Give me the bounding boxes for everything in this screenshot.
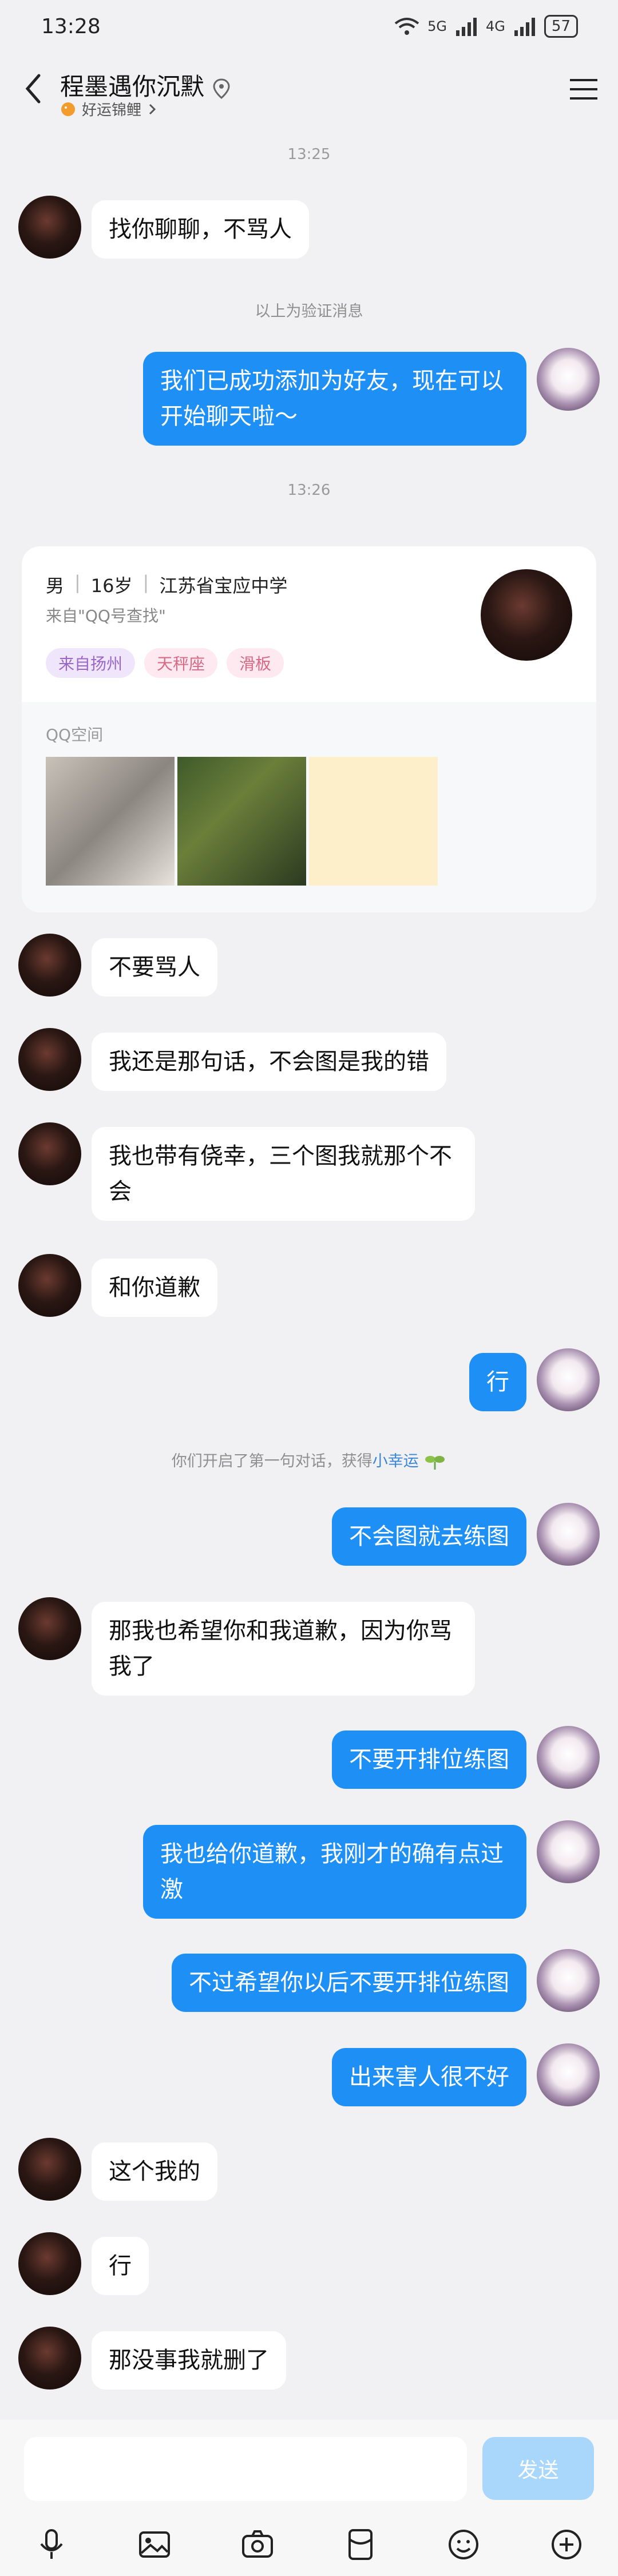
toolbar <box>0 2522 618 2567</box>
page-title[interactable]: 程墨遇你沉默 <box>60 68 231 102</box>
contact-avatar[interactable] <box>18 934 81 997</box>
chevron-right-icon <box>149 104 156 114</box>
koi-fish-icon <box>61 102 75 116</box>
red-packet-icon[interactable] <box>342 2526 379 2563</box>
message-bubble-right[interactable]: 我们已成功添加为好友，现在可以开始聊天啦～ <box>143 352 526 446</box>
image-icon[interactable] <box>136 2526 173 2563</box>
my-avatar[interactable] <box>537 1503 600 1566</box>
contact-avatar[interactable] <box>18 2138 81 2201</box>
message-bubble-right[interactable]: 不过希望你以后不要开排位练图 <box>172 1954 526 2012</box>
qzone-photo[interactable] <box>177 757 306 886</box>
my-avatar[interactable] <box>537 1348 600 1411</box>
plus-icon[interactable] <box>548 2526 585 2563</box>
qzone-label: QQ空间 <box>46 725 104 744</box>
profile-school: 江苏省宝应中学 <box>159 575 288 597</box>
contact-avatar[interactable] <box>18 1028 81 1091</box>
message-input[interactable] <box>24 2437 467 2501</box>
my-avatar[interactable] <box>537 1726 600 1789</box>
wifi-icon <box>394 18 419 35</box>
timestamp: 13:25 <box>287 146 331 163</box>
contact-avatar[interactable] <box>18 2327 81 2390</box>
my-avatar[interactable] <box>537 1820 600 1883</box>
contact-avatar[interactable] <box>18 1254 81 1317</box>
status-icons: 5G 4G 57 <box>394 15 578 38</box>
message-bubble-left[interactable]: 我也带有侥幸，三个图我就那个不会 <box>92 1127 475 1221</box>
camera-icon[interactable] <box>239 2526 276 2563</box>
message-bubble-left[interactable]: 这个我的 <box>92 2142 217 2201</box>
my-avatar[interactable] <box>537 1949 600 2012</box>
qzone-photo[interactable] <box>309 757 438 886</box>
network-4g-label: 4G <box>486 18 505 34</box>
qzone-section[interactable]: QQ空间 <box>22 702 596 912</box>
contact-name: 程墨遇你沉默 <box>60 73 205 101</box>
profile-avatar[interactable] <box>481 569 572 661</box>
status-label: 好运锦鲤 <box>82 102 142 119</box>
location-pin-icon <box>213 78 230 99</box>
status-time: 13:28 <box>41 15 101 38</box>
system-message: 以上为验证消息 <box>255 303 363 320</box>
signal-icon <box>514 18 535 36</box>
battery-icon: 57 <box>544 15 578 38</box>
message-bubble-right[interactable]: 我也给你道歉，我刚才的确有点过激 <box>143 1825 526 1919</box>
system-text: 你们开启了第一句对话，获得 <box>171 1452 373 1470</box>
message-bubble-left[interactable]: 不要骂人 <box>92 938 217 997</box>
profile-tags: 来自扬州 天秤座 滑板 <box>46 648 284 678</box>
menu-icon[interactable] <box>566 72 601 106</box>
contact-avatar[interactable] <box>18 1122 81 1185</box>
system-message: 你们开启了第一句对话，获得小幸运 <box>0 1448 618 1471</box>
message-bubble-left[interactable]: 行 <box>92 2237 149 2295</box>
contact-avatar[interactable] <box>18 2232 81 2295</box>
message-bubble-right[interactable]: 不要开排位练图 <box>332 1730 526 1789</box>
profile-card[interactable]: 男 | 16岁 | 江苏省宝应中学 来自"QQ号查找" 来自扬州 天秤座 滑板 … <box>22 546 596 912</box>
chat-header: 程墨遇你沉默 好运锦鲤 <box>0 57 618 126</box>
message-bubble-right[interactable]: 不会图就去练图 <box>332 1507 526 1566</box>
message-bubble-right[interactable]: 行 <box>469 1353 526 1411</box>
message-bubble-left[interactable]: 那我也希望你和我道歉，因为你骂我了 <box>92 1602 475 1696</box>
network-5g-label: 5G <box>427 18 447 34</box>
profile-info: 男 | 16岁 | 江苏省宝应中学 <box>46 571 287 598</box>
profile-tag: 天秤座 <box>144 648 218 678</box>
back-arrow-icon[interactable] <box>17 69 52 109</box>
contact-avatar[interactable] <box>18 1597 81 1660</box>
send-button[interactable]: 发送 <box>482 2437 594 2500</box>
message-bubble-left[interactable]: 那没事我就删了 <box>92 2331 286 2390</box>
emoji-icon[interactable] <box>445 2526 482 2563</box>
contact-avatar[interactable] <box>18 196 81 259</box>
timestamp: 13:26 <box>287 482 331 499</box>
input-bar: 发送 <box>0 2420 618 2576</box>
profile-tag: 滑板 <box>227 648 284 678</box>
signal-icon <box>456 18 477 36</box>
divider: | <box>142 571 149 593</box>
message-bubble-left[interactable]: 我还是那句话，不会图是我的错 <box>92 1033 446 1091</box>
profile-tag: 来自扬州 <box>46 648 136 678</box>
message-bubble-left[interactable]: 和你道歉 <box>92 1259 217 1317</box>
profile-gender: 男 <box>46 575 65 597</box>
profile-age: 16岁 <box>90 575 133 597</box>
microphone-icon[interactable] <box>33 2526 70 2563</box>
message-bubble-left[interactable]: 找你聊聊，不骂人 <box>92 200 309 259</box>
divider: | <box>74 571 81 593</box>
my-avatar[interactable] <box>537 348 600 411</box>
status-bar: 13:28 5G 4G 57 <box>0 0 618 57</box>
my-avatar[interactable] <box>537 2043 600 2106</box>
contact-status[interactable]: 好运锦鲤 <box>60 98 157 120</box>
profile-source: 来自"QQ号查找" <box>46 606 166 625</box>
qzone-photo[interactable] <box>46 757 175 886</box>
sprout-icon <box>425 1455 445 1470</box>
lucky-link[interactable]: 小幸运 <box>373 1452 419 1470</box>
message-bubble-right[interactable]: 出来害人很不好 <box>332 2048 526 2106</box>
